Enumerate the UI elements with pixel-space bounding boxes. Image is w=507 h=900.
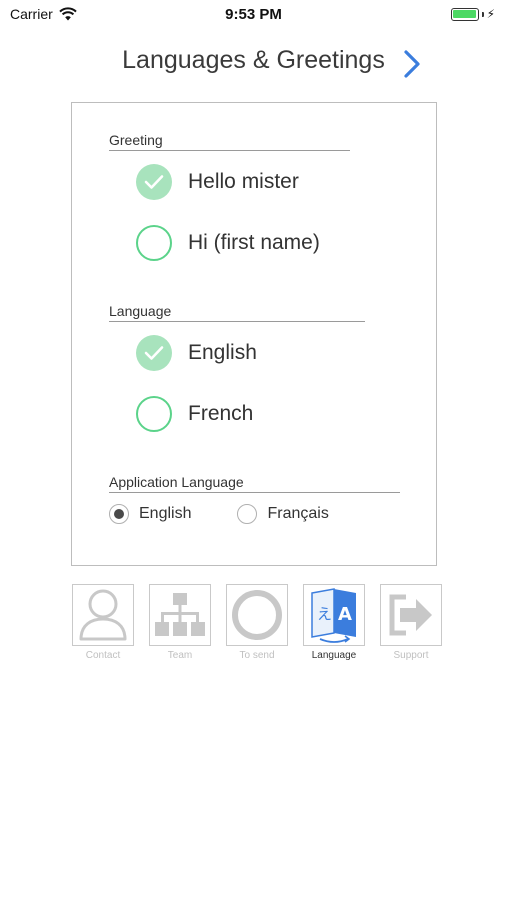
greeting-option-label: Hello mister <box>188 170 299 193</box>
app-language-francais-radio[interactable]: Français <box>237 504 329 524</box>
radio-selected-icon[interactable] <box>109 504 129 524</box>
tab-language-box[interactable]: え A <box>303 584 365 646</box>
tab-contact[interactable]: Contact <box>72 584 134 661</box>
tab-label: Team <box>167 650 193 661</box>
settings-card: Greeting Hello mister Hi (first name) La… <box>71 102 437 566</box>
checkmark-icon[interactable] <box>136 335 172 371</box>
chevron-right-icon[interactable] <box>400 48 424 80</box>
ring-icon <box>232 590 282 640</box>
tab-team[interactable]: Team <box>149 584 211 661</box>
language-option-label: French <box>188 402 254 425</box>
tab-label: Support <box>393 650 429 661</box>
org-chart-icon <box>155 593 205 636</box>
tab-label: Contact <box>85 650 121 661</box>
tab-support[interactable]: Support <box>380 584 442 661</box>
language-option-english[interactable]: English <box>136 335 257 371</box>
battery-icon: ⚡ <box>450 7 495 21</box>
exit-arrow-icon <box>389 594 432 636</box>
status-bar: Carrier 9:53 PM ⚡ <box>0 0 507 28</box>
page-title: Languages & Greetings <box>122 46 385 74</box>
tab-to-send-box[interactable] <box>226 584 288 646</box>
tab-bar: Contact Team To send え A Language Suppor… <box>72 584 442 661</box>
status-time: 9:53 PM <box>225 6 282 23</box>
translate-icon: え A <box>311 588 356 643</box>
tab-team-box[interactable] <box>149 584 211 646</box>
radio-label: English <box>139 505 192 522</box>
svg-text:え: え <box>317 605 332 623</box>
app-language-section-label: Application Language <box>109 474 400 493</box>
language-section-label: Language <box>109 303 365 322</box>
greeting-section-label: Greeting <box>109 132 350 151</box>
radio-label: Français <box>267 505 329 522</box>
tab-language[interactable]: え A Language <box>303 584 365 661</box>
app-language-english-radio[interactable]: English <box>109 504 191 524</box>
checkmark-icon[interactable] <box>136 164 172 200</box>
language-option-label: English <box>188 341 257 364</box>
tab-contact-box[interactable] <box>72 584 134 646</box>
tab-to-send[interactable]: To send <box>226 584 288 661</box>
tab-label: To send <box>239 650 275 661</box>
empty-circle-icon[interactable] <box>136 396 172 432</box>
app-language-radio-group: English Français <box>109 504 375 524</box>
person-icon <box>79 589 127 641</box>
svg-text:A: A <box>338 604 352 625</box>
greeting-option-hello-mister[interactable]: Hello mister <box>136 164 299 200</box>
charging-bolt-icon: ⚡ <box>486 7 495 21</box>
empty-circle-icon[interactable] <box>136 225 172 261</box>
tab-label: Language <box>311 650 357 661</box>
greeting-option-label: Hi (first name) <box>188 231 320 254</box>
radio-unselected-icon[interactable] <box>237 504 258 524</box>
greeting-option-first-name[interactable]: Hi (first name) <box>136 225 320 261</box>
tab-support-box[interactable] <box>380 584 442 646</box>
language-option-french[interactable]: French <box>136 396 253 432</box>
